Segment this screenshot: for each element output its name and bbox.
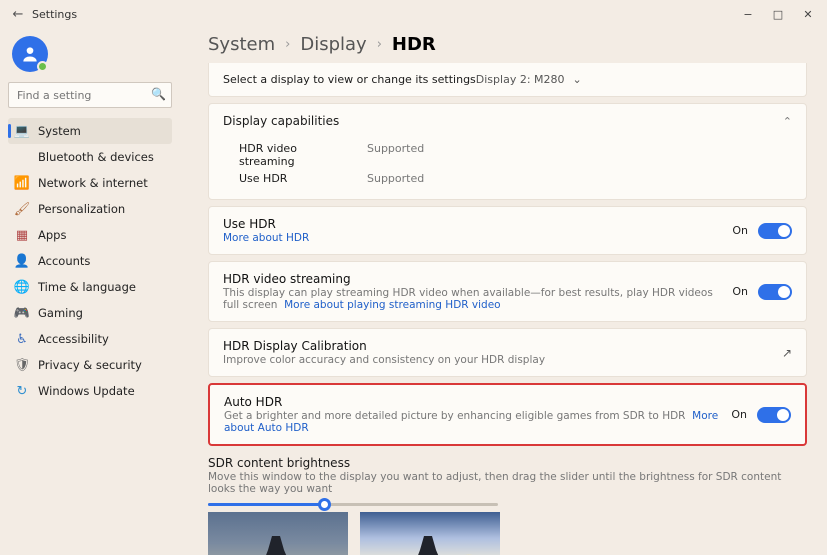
setting-title: SDR content brightness [208, 456, 807, 470]
sidebar-item-accessibility[interactable]: ♿ Accessibility [8, 326, 172, 352]
setting-desc: Improve color accuracy and consistency o… [223, 354, 772, 366]
auto-hdr-toggle[interactable] [757, 407, 791, 423]
sdr-preview-image [208, 512, 348, 555]
cap-key: HDR video streaming [239, 142, 349, 168]
use-hdr-link[interactable]: More about HDR [223, 232, 309, 244]
shield-icon: 🛡 [14, 357, 30, 373]
cap-row: Use HDR Supported [239, 170, 792, 187]
person-icon [20, 44, 40, 64]
update-icon: ↻ [14, 383, 30, 399]
slider-thumb[interactable] [318, 498, 331, 511]
chevron-up-icon: ⌃ [783, 115, 792, 128]
sidebar-item-label: System [38, 124, 81, 138]
minimize-button[interactable]: − [733, 8, 763, 21]
sdr-preview: SDR content [208, 512, 348, 555]
sidebar-item-personalization[interactable]: 🖌 Personalization [8, 196, 172, 222]
person-icon: 👤 [14, 253, 30, 269]
select-display-label: Select a display to view or change its s… [223, 73, 476, 86]
toggle-state: On [732, 224, 748, 237]
sidebar-item-gaming[interactable]: 🎮 Gaming [8, 300, 172, 326]
hdr-video-link[interactable]: More about playing streaming HDR video [284, 299, 500, 311]
chevron-down-icon: ⌄ [573, 73, 582, 86]
cap-key: Use HDR [239, 172, 349, 185]
sidebar-item-time-language[interactable]: 🌐 Time & language [8, 274, 172, 300]
chevron-right-icon: › [285, 37, 290, 52]
sidebar-item-accounts[interactable]: 👤 Accounts [8, 248, 172, 274]
system-icon: 💻 [14, 123, 30, 139]
setting-use-hdr: Use HDR More about HDR On [208, 206, 807, 255]
crumb-system[interactable]: System [208, 34, 275, 55]
toggle-state: On [732, 285, 748, 298]
sidebar-item-label: Gaming [38, 306, 83, 320]
sidebar-item-label: Apps [38, 228, 66, 242]
slider-fill [208, 503, 324, 506]
globe-icon: 🌐 [14, 279, 30, 295]
sdr-brightness-slider[interactable] [208, 503, 498, 506]
sidebar-item-label: Network & internet [38, 176, 148, 190]
sidebar-item-label: Personalization [38, 202, 125, 216]
toggle-state: On [731, 408, 747, 421]
sidebar-item-label: Accessibility [38, 332, 109, 346]
cap-val: Supported [367, 142, 424, 168]
setting-title: Use HDR [223, 217, 722, 231]
setting-desc: Move this window to the display you want… [208, 471, 807, 495]
chevron-right-icon: › [377, 37, 382, 52]
display-selector[interactable]: Display 2: M280 ⌄ [476, 73, 582, 86]
hdr-video-toggle[interactable] [758, 284, 792, 300]
sidebar-item-label: Windows Update [38, 384, 135, 398]
hdr-preview-image [360, 512, 500, 555]
setting-hdr-video: HDR video streaming This display can pla… [208, 261, 807, 322]
caps-title: Display capabilities [223, 114, 339, 128]
setting-title: HDR Display Calibration [223, 339, 772, 353]
sidebar-item-label: Privacy & security [38, 358, 142, 372]
window-title: Settings [32, 8, 77, 21]
setting-title: Auto HDR [224, 395, 721, 409]
display-capabilities-header[interactable]: Display capabilities ⌃ [209, 104, 806, 134]
display-selected-value: Display 2: M280 [476, 73, 565, 86]
search-icon: 🔍 [151, 87, 166, 101]
search-input[interactable] [8, 82, 172, 108]
bluetooth-icon: ᜛ [14, 149, 30, 165]
setting-auto-hdr: Auto HDR Get a brighter and more detaile… [208, 383, 807, 446]
apps-icon: ▦ [14, 227, 30, 243]
external-link-icon: ↗ [782, 346, 792, 360]
gamepad-icon: 🎮 [14, 305, 30, 321]
cap-val: Supported [367, 172, 424, 185]
paintbrush-icon: 🖌 [14, 201, 30, 217]
crumb-display[interactable]: Display [300, 34, 366, 55]
setting-desc: Get a brighter and more detailed picture… [224, 410, 685, 422]
sidebar-item-apps[interactable]: ▦ Apps [8, 222, 172, 248]
search-field[interactable]: 🔍 [8, 82, 172, 108]
back-button[interactable]: ← [4, 7, 32, 22]
use-hdr-toggle[interactable] [758, 223, 792, 239]
cap-row: HDR video streaming Supported [239, 140, 792, 170]
breadcrumb: System › Display › HDR [208, 28, 807, 63]
sidebar-item-bluetooth[interactable]: ᜛ Bluetooth & devices [8, 144, 172, 170]
crumb-hdr: HDR [392, 34, 436, 55]
sidebar-item-system[interactable]: 💻 System [8, 118, 172, 144]
sidebar-item-label: Time & language [38, 280, 136, 294]
setting-hdr-calibration[interactable]: HDR Display Calibration Improve color ac… [208, 328, 807, 377]
maximize-button[interactable]: □ [763, 8, 793, 21]
user-avatar[interactable] [12, 36, 48, 72]
wifi-icon: 📶 [14, 175, 30, 191]
sidebar-item-update[interactable]: ↻ Windows Update [8, 378, 172, 404]
sdr-brightness-section: SDR content brightness Move this window … [208, 452, 807, 555]
close-button[interactable]: ✕ [793, 8, 823, 21]
presence-dot-icon [37, 61, 48, 72]
accessibility-icon: ♿ [14, 331, 30, 347]
hdr-preview: HDR content (for comparison) [360, 512, 500, 555]
setting-title: HDR video streaming [223, 272, 722, 286]
sidebar-item-network[interactable]: 📶 Network & internet [8, 170, 172, 196]
sidebar-item-label: Bluetooth & devices [38, 150, 154, 164]
sidebar-item-label: Accounts [38, 254, 90, 268]
sidebar-item-privacy[interactable]: 🛡 Privacy & security [8, 352, 172, 378]
